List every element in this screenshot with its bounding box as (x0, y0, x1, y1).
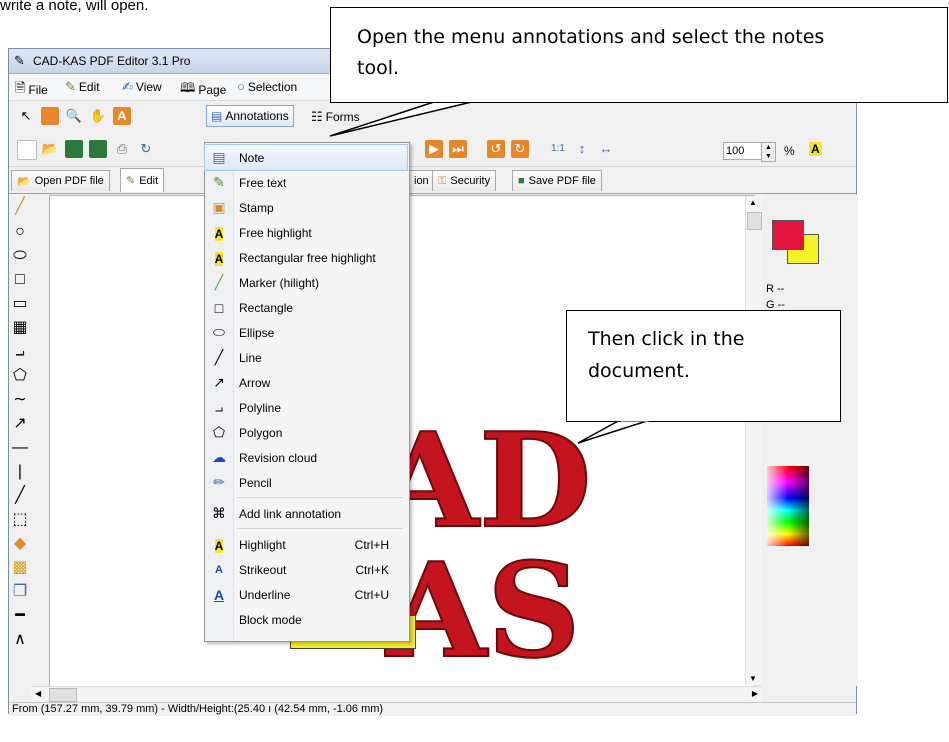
callout-pointer-joins (441, 98, 649, 422)
